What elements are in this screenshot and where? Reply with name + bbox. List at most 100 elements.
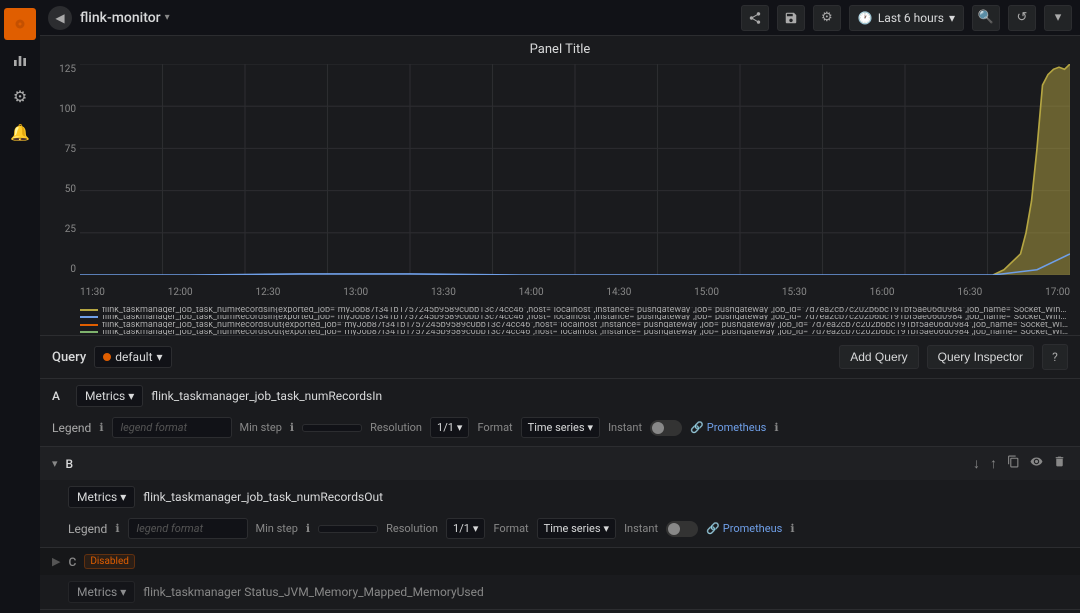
query-b-instant-toggle[interactable]: [666, 521, 698, 537]
settings-button[interactable]: ⚙: [813, 5, 841, 31]
query-c-header-label: C: [68, 555, 76, 569]
share-button[interactable]: [741, 5, 769, 31]
query-a-metric-row: A Metrics ▾ flink_taskmanager_job_task_n…: [40, 379, 1080, 413]
query-b-format-select[interactable]: Time series ▾: [537, 518, 616, 539]
query-b-minstep-label: Min step: [256, 522, 298, 535]
legend-text-3: flink_taskmanager_job_task_numRecordsOut…: [102, 322, 1070, 328]
chevron-icon-time: ▾: [949, 11, 955, 25]
datasource-name: default: [115, 350, 152, 364]
query-b-prometheus-info[interactable]: ℹ: [790, 522, 794, 535]
query-b-minstep-info[interactable]: ℹ: [306, 522, 310, 535]
query-b-visibility-button[interactable]: [1028, 453, 1045, 474]
query-b-metrics-label: Metrics: [77, 490, 117, 504]
query-a-prometheus-link[interactable]: 🔗 Prometheus: [690, 421, 766, 434]
legend-text-2: flink_taskmanager_job_task_numRecordsIn{…: [102, 315, 1070, 321]
legend-item-3[interactable]: flink_taskmanager_job_task_numRecordsOut…: [80, 322, 1070, 328]
back-button[interactable]: ◀: [48, 6, 72, 30]
chevron-down-icon: ▾: [165, 12, 170, 23]
query-b-delete-button[interactable]: [1051, 453, 1068, 474]
query-b-copy-button[interactable]: [1005, 453, 1022, 474]
query-b-down-button[interactable]: ↓: [971, 453, 982, 474]
query-a-legend-row: Legend ℹ legend format Min step ℹ Resolu…: [40, 413, 1080, 446]
legend-item-4[interactable]: flink_taskmanager_job_task_numRecordsOut…: [80, 330, 1070, 336]
prometheus-icon-b: 🔗: [706, 522, 720, 535]
refresh-dropdown[interactable]: ▾: [1044, 5, 1072, 31]
query-b-actions: ↓ ↑: [971, 453, 1068, 474]
save-button[interactable]: [777, 5, 805, 31]
query-a-prometheus-info[interactable]: ℹ: [774, 421, 778, 434]
x-label-1230: 12:30: [255, 287, 280, 298]
chart-svg: [80, 64, 1070, 275]
legend-item-1[interactable]: flink_taskmanager_job_task_numRecordsIn{…: [80, 307, 1070, 313]
query-a-instant-toggle[interactable]: [650, 420, 682, 436]
query-b-prometheus-label: Prometheus: [723, 522, 783, 535]
topbar: ◀ flink-monitor ▾ ⚙ 🕐 Last 6 hours ▾ 🔍 ↺…: [40, 0, 1080, 36]
query-b-header: ▾ B ↓ ↑: [40, 447, 1080, 480]
query-b-legend-label: Legend: [68, 522, 107, 536]
datasource-selector[interactable]: default ▾: [94, 346, 171, 368]
query-b-toggle-knob: [668, 523, 680, 535]
x-label-1500: 15:00: [694, 287, 719, 298]
chart-canvas: [80, 64, 1070, 275]
query-b-resolution-select[interactable]: 1/1 ▾: [446, 518, 485, 539]
query-b-up-button[interactable]: ↑: [988, 453, 999, 474]
query-panel-header: Query default ▾ Add Query Query Inspecto…: [40, 336, 1080, 379]
time-range-selector[interactable]: 🕐 Last 6 hours ▾: [849, 5, 964, 31]
query-a-resolution-select[interactable]: 1/1 ▾: [430, 417, 469, 438]
chevron-down-icon-refresh: ▾: [1055, 10, 1062, 25]
query-a-format-select[interactable]: Time series ▾: [521, 417, 600, 438]
query-panel: Query default ▾ Add Query Query Inspecto…: [40, 336, 1080, 613]
help-button[interactable]: ?: [1042, 344, 1068, 370]
query-b-header-label: B: [66, 457, 74, 471]
prometheus-icon-a: 🔗: [690, 421, 704, 434]
query-b-minstep-field[interactable]: [318, 525, 378, 533]
query-b-metric-row: Metrics ▾ flink_taskmanager_job_task_num…: [40, 480, 1080, 514]
refresh-button[interactable]: ↺: [1008, 5, 1036, 31]
gear-icon: ⚙: [13, 87, 27, 106]
query-b-format-value: Time series: [544, 522, 601, 535]
query-a-prometheus-label: Prometheus: [707, 421, 767, 434]
query-a-resolution-label: Resolution: [370, 421, 422, 434]
query-a-minstep-field[interactable]: [302, 424, 362, 432]
query-a-metrics-button[interactable]: Metrics ▾: [76, 385, 143, 407]
main-content: ◀ flink-monitor ▾ ⚙ 🕐 Last 6 hours ▾ 🔍 ↺…: [40, 0, 1080, 613]
query-a-legend-field[interactable]: legend format: [112, 417, 232, 438]
query-b-legend-row: Legend ℹ legend format Min step ℹ Resolu…: [40, 514, 1080, 547]
refresh-icon: ↺: [1017, 10, 1028, 25]
query-b-prometheus-link[interactable]: 🔗 Prometheus: [706, 522, 782, 535]
query-a-metrics-label: Metrics: [85, 389, 125, 403]
chevron-down-icon-c: ▾: [120, 585, 126, 599]
sidebar-icon-settings[interactable]: ⚙: [4, 80, 36, 112]
sidebar-icon-visualization[interactable]: [4, 44, 36, 76]
query-block-b: ▾ B ↓ ↑: [40, 447, 1080, 548]
x-label-1400: 14:00: [519, 287, 544, 298]
add-query-button[interactable]: Add Query: [839, 345, 918, 369]
query-c-metrics-button[interactable]: Metrics ▾: [68, 581, 135, 603]
chart-legend: flink_taskmanager_job_task_numRecordsIn{…: [80, 307, 1070, 335]
chevron-down-icon-ds: ▾: [157, 350, 163, 364]
query-b-metrics-button[interactable]: Metrics ▾: [68, 486, 135, 508]
query-b-resolution-label: Resolution: [386, 522, 438, 535]
query-a-legend-label: Legend: [52, 421, 91, 435]
x-label-1200: 12:00: [168, 287, 193, 298]
query-a-minstep-info[interactable]: ℹ: [290, 421, 294, 434]
sidebar-icon-alert[interactable]: 🔔: [4, 116, 36, 148]
legend-item-2[interactable]: flink_taskmanager_job_task_numRecordsIn{…: [80, 315, 1070, 321]
x-label-1630: 16:30: [957, 287, 982, 298]
query-b-format-label: Format: [493, 522, 528, 535]
query-inspector-button[interactable]: Query Inspector: [927, 345, 1034, 369]
query-c-metric-row: Metrics ▾ flink_taskmanager Status_JVM_M…: [40, 575, 1080, 609]
search-button[interactable]: 🔍: [972, 5, 1000, 31]
y-label-0: 0: [70, 264, 76, 275]
query-a-label: A: [52, 389, 68, 403]
query-a-format-label: Format: [477, 421, 512, 434]
sidebar-icon-query[interactable]: [4, 8, 36, 40]
query-b-metric-value: flink_taskmanager_job_task_numRecordsOut: [143, 486, 1068, 508]
query-b-legend-placeholder: legend format: [137, 522, 204, 535]
query-b-legend-field[interactable]: legend format: [128, 518, 248, 539]
query-b-legend-info[interactable]: ℹ: [115, 522, 119, 535]
query-a-minstep-label: Min step: [240, 421, 282, 434]
x-label-1330: 13:30: [431, 287, 456, 298]
query-a-legend-info[interactable]: ℹ: [99, 421, 103, 434]
sidebar: ⚙ 🔔: [0, 0, 40, 613]
